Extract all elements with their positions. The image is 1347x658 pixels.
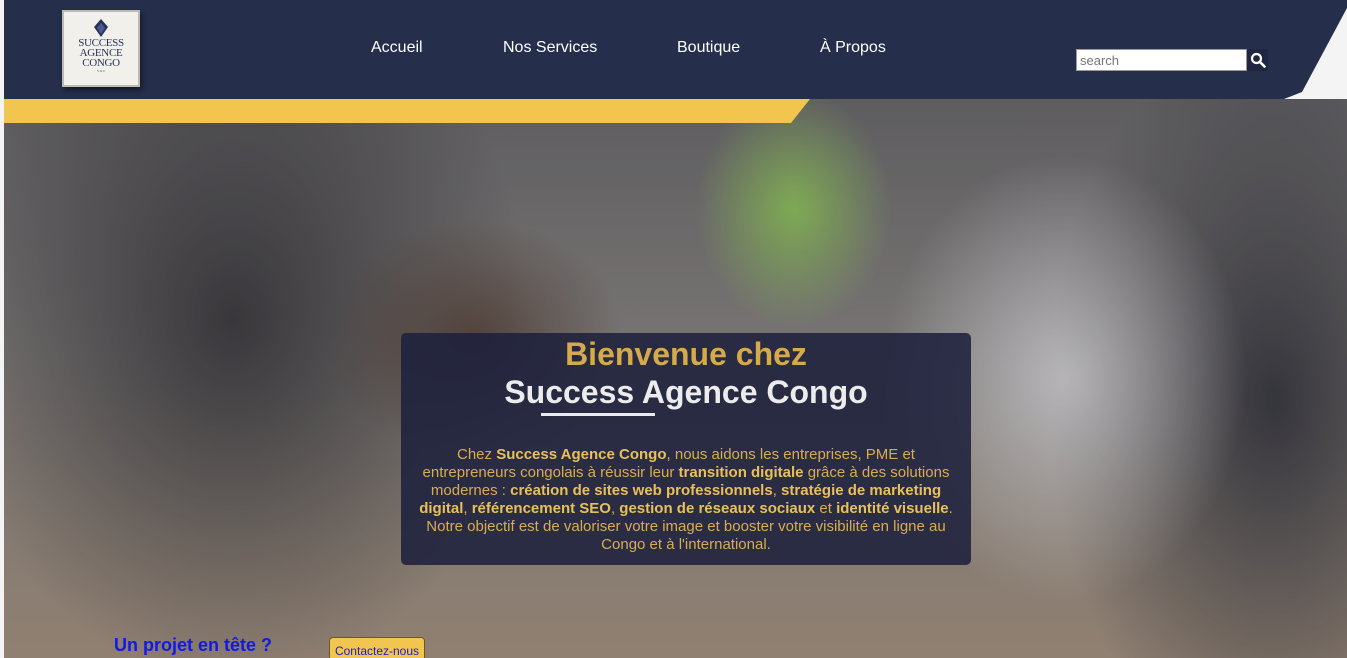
desc-text: ,: [772, 482, 782, 499]
desc-bold: identité visuelle: [836, 500, 949, 517]
hero-title-line-2: Success Agence Congo: [504, 374, 868, 410]
accent-band: [4, 99, 810, 123]
logo[interactable]: SUCCESS AGENCE CONGO S · A · C: [62, 10, 140, 87]
nav-link-nos-services[interactable]: Nos Services: [503, 39, 597, 57]
nav-link-a-propos[interactable]: À Propos: [820, 39, 886, 57]
welcome-card: Bienvenue chez Success Agence Congo Chez…: [401, 333, 971, 565]
search-icon: [1250, 52, 1266, 68]
cta-question: Un projet en tête ?: [114, 635, 273, 655]
logo-text: SUCCESS AGENCE CONGO S · A · C: [78, 38, 124, 74]
desc-text: et: [815, 500, 837, 517]
search-bar: [1076, 49, 1268, 71]
contact-button[interactable]: Contactez-nous: [329, 637, 425, 658]
search-button[interactable]: [1247, 49, 1268, 71]
hero-title-line-1: Bienvenue chez: [565, 336, 807, 372]
search-input[interactable]: [1076, 49, 1247, 71]
desc-bold: référencement SEO: [471, 500, 611, 517]
desc-text: Chez: [457, 446, 497, 463]
nav-link-boutique[interactable]: Boutique: [677, 39, 740, 57]
desc-bold: transition digitale: [678, 464, 804, 481]
hero-description: Chez Success Agence Congo, nous aidons l…: [411, 446, 961, 554]
desc-bold: Success Agence Congo: [496, 446, 667, 463]
desc-bold: gestion de réseaux sociaux: [619, 500, 816, 517]
diamond-logo-icon: [94, 19, 108, 37]
title-underline: [541, 413, 655, 416]
desc-bold: création de sites web professionnels: [510, 482, 773, 499]
desc-text: ,: [463, 500, 472, 517]
nav-link-accueil[interactable]: Accueil: [371, 39, 423, 57]
